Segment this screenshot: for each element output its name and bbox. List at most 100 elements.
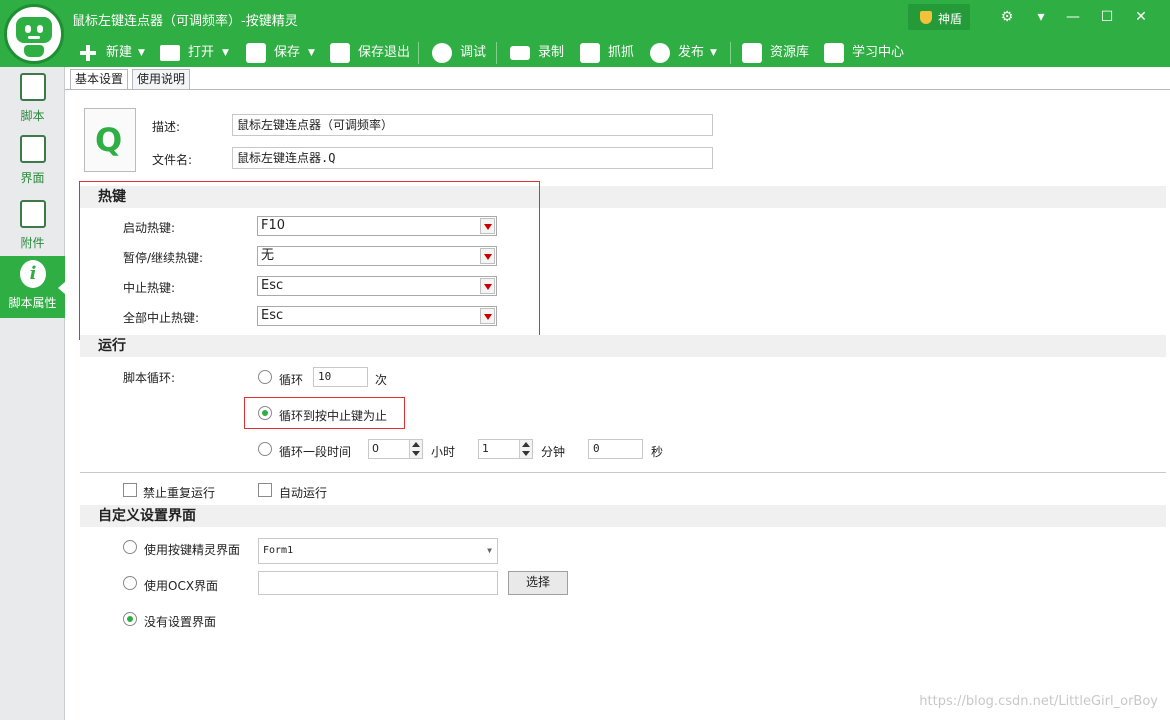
camera-icon [510,46,530,60]
loop-count-radio[interactable] [258,370,272,384]
sidebar-item-ui[interactable]: 界面 [0,131,65,193]
no-ui-radio[interactable] [123,612,137,626]
debug-button[interactable]: 调试 [432,42,488,64]
use-qm-ui-radio[interactable] [123,540,137,554]
hours-stepper[interactable]: 0 [368,439,423,459]
toolbar-separator [730,42,731,64]
capture-icon [580,43,600,63]
debug-label: 调试 [460,45,487,60]
save-exit-button[interactable]: 保存退出 [330,42,410,64]
menu-icon[interactable]: ▾ [1026,4,1056,30]
save-exit-icon [330,43,350,63]
save-label: 保存 [274,45,301,60]
sidebar-item-script[interactable]: 脚本 [0,69,65,131]
run-section-header: 运行 [80,335,1166,357]
minutes-unit: 分钟 [541,445,566,459]
chevron-down-icon[interactable]: ▼ [487,539,492,563]
new-button[interactable]: 新建 ▼ [78,42,150,64]
sidebar-item-label: 附件 [20,236,45,250]
save-icon [246,43,266,63]
loop-count-unit: 次 [375,373,388,387]
loop-count-input[interactable]: 10 [313,367,368,387]
minimize-button[interactable]: — [1058,4,1088,30]
shield-label: 神盾 [938,12,963,26]
loop-period-radio[interactable] [258,442,272,456]
no-repeat-checkbox[interactable] [123,483,137,497]
settings-icon[interactable]: ⚙ [992,4,1022,30]
form-select-value: Form1 [263,545,294,556]
capture-label: 抓抓 [608,45,635,60]
plus-icon [78,43,98,63]
pause-hotkey-label: 暂停/继续热键: [123,251,204,265]
publish-button[interactable]: 发布 ▼ [650,42,724,64]
stopall-hotkey-label: 全部中止热键: [123,311,200,325]
start-hotkey-label: 启动热键: [123,221,176,235]
loop-until-stop-label: 循环到按中止键为止 [279,409,388,423]
loop-period-label: 循环一段时间 [279,445,352,459]
stopall-hotkey-value: Esc [261,308,284,323]
open-dropdown-icon[interactable]: ▼ [222,42,229,64]
toolbar-separator [496,42,497,64]
tab-basic-settings[interactable]: 基本设置 [70,69,129,89]
ocx-input[interactable] [258,571,498,595]
auto-run-checkbox[interactable] [258,483,272,497]
seconds-input[interactable]: 0 [588,439,643,459]
app-logo [4,4,64,64]
use-ocx-ui-label: 使用OCX界面 [144,579,219,593]
maximize-button[interactable]: ☐ [1092,4,1122,30]
close-button[interactable]: ✕ [1126,4,1156,30]
start-hotkey-select[interactable]: F10 [257,216,497,236]
dropdown-arrow-icon[interactable] [480,308,495,324]
sidebar-item-attachment[interactable]: 附件 [0,196,65,258]
record-label: 录制 [538,45,565,60]
minutes-value: 1 [482,442,489,455]
active-pointer [58,282,65,294]
form-select[interactable]: Form1 ▼ [258,538,498,564]
publish-label: 发布 [678,45,705,60]
resource-label: 资源库 [770,45,810,60]
tab-usage[interactable]: 使用说明 [132,69,191,89]
stop-hotkey-select[interactable]: Esc [257,276,497,296]
watermark-text: https://blog.csdn.net/LittleGirl_orBoy [919,694,1158,709]
save-dropdown-icon[interactable]: ▼ [308,42,315,64]
record-button[interactable]: 录制 [510,42,566,64]
sidebar-item-label: 脚本属性 [8,296,57,310]
minutes-stepper[interactable]: 1 [478,439,533,459]
no-ui-label: 没有设置界面 [144,615,217,629]
spinner-arrows-icon[interactable] [409,440,422,458]
shield-icon [920,11,932,24]
custom-ui-section-header: 自定义设置界面 [80,505,1166,527]
pause-hotkey-select[interactable]: 无 [257,246,497,266]
start-hotkey-value: F10 [261,218,286,233]
seconds-unit: 秒 [651,445,664,459]
save-button[interactable]: 保存 ▼ [246,42,320,64]
attachment-icon [20,200,46,228]
sidebar-item-script-properties[interactable]: i 脚本属性 [0,256,65,318]
dropdown-arrow-icon[interactable] [480,248,495,264]
save-exit-label: 保存退出 [358,45,411,60]
desc-input[interactable]: 鼠标左键连点器（可调频率） [232,114,713,136]
resource-button[interactable]: 资源库 [742,42,812,64]
capture-button[interactable]: 抓抓 [580,42,636,64]
stopall-hotkey-select[interactable]: Esc [257,306,497,326]
dropdown-arrow-icon[interactable] [480,278,495,294]
toolbar-separator [418,42,419,64]
learn-button[interactable]: 学习中心 [824,42,904,64]
filename-input[interactable]: 鼠标左键连点器.Q [232,147,713,169]
use-qm-ui-label: 使用按键精灵界面 [144,543,241,557]
hours-value: 0 [372,442,379,455]
open-label: 打开 [188,45,215,60]
loop-label: 脚本循环: [123,371,176,385]
hours-unit: 小时 [431,445,456,459]
publish-dropdown-icon[interactable]: ▼ [710,42,717,64]
auto-run-label: 自动运行 [279,486,328,500]
book-icon [824,43,844,63]
spinner-arrows-icon[interactable] [519,440,532,458]
loop-until-stop-radio[interactable] [258,406,272,420]
dropdown-arrow-icon[interactable] [480,218,495,234]
open-button[interactable]: 打开 ▼ [160,42,232,64]
choose-button[interactable]: 选择 [508,571,568,595]
script-file-icon: Q [84,108,136,172]
use-ocx-ui-radio[interactable] [123,576,137,590]
new-dropdown-icon[interactable]: ▼ [138,42,145,64]
